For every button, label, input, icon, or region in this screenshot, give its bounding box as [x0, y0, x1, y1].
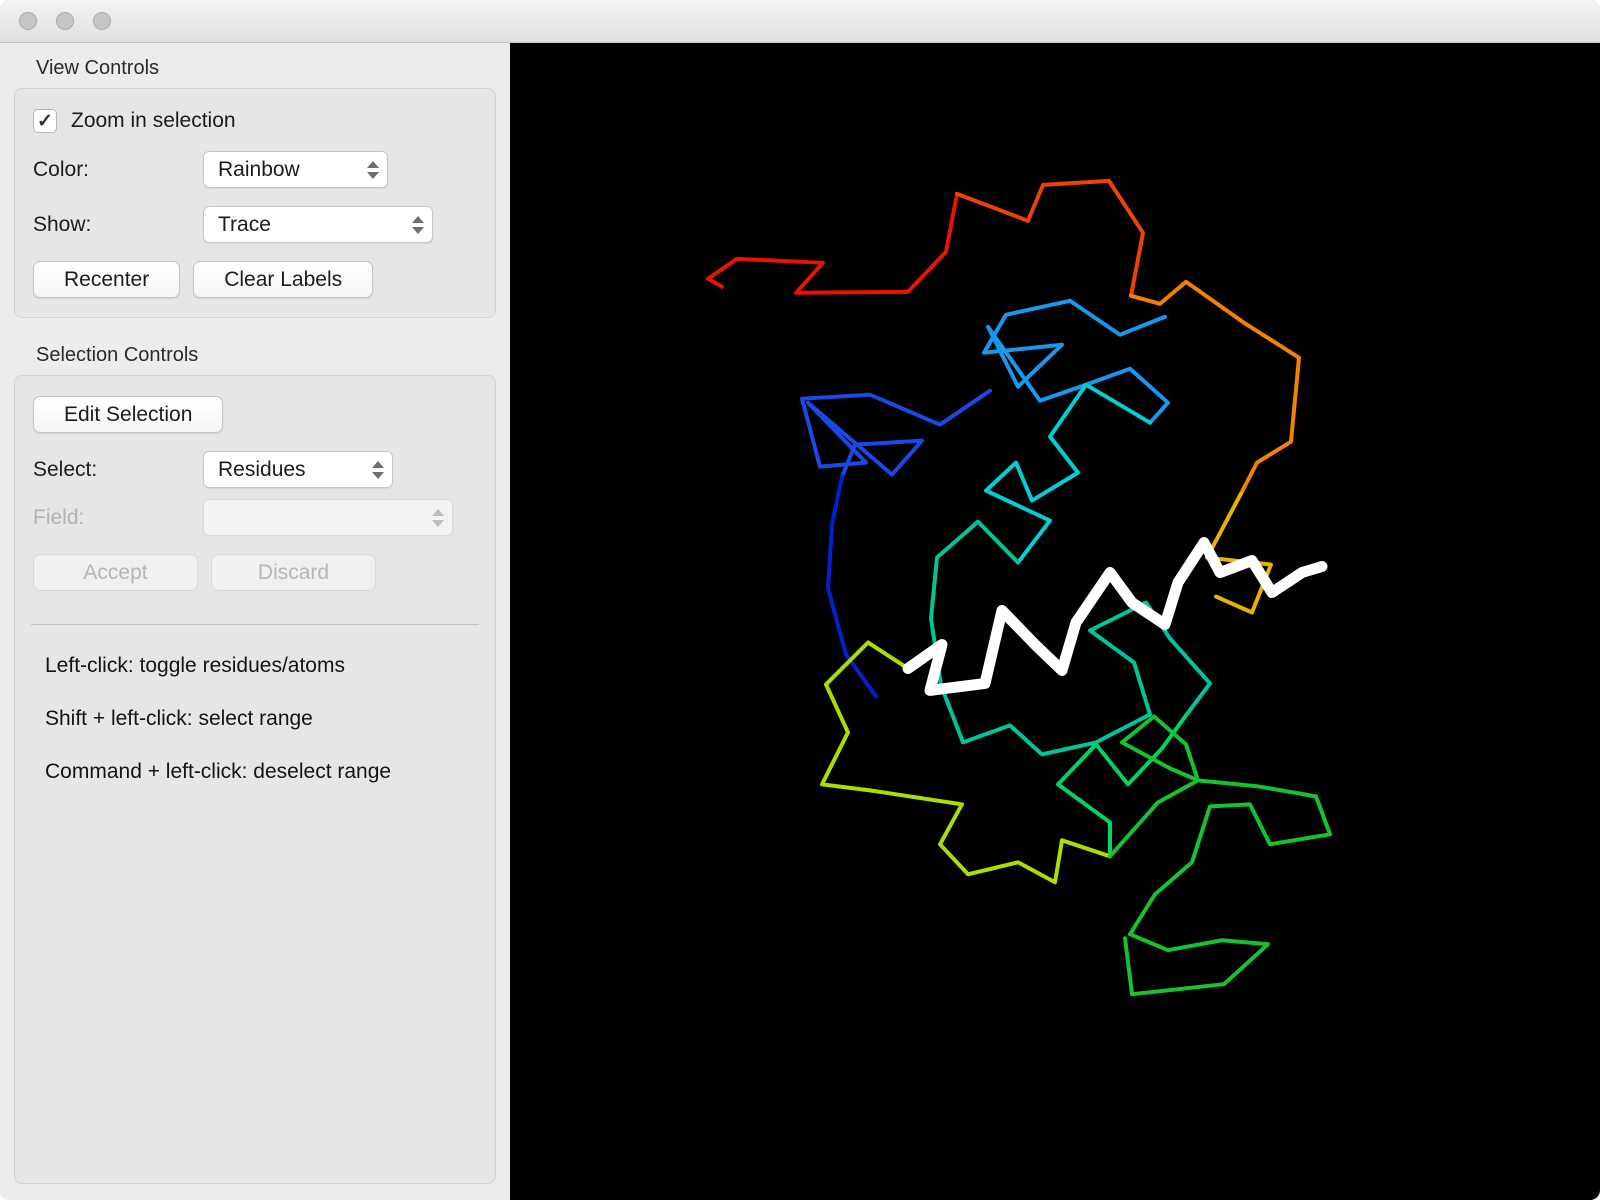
updown-chevrons-icon [412, 215, 424, 234]
selection-controls-title: Selection Controls [36, 344, 199, 366]
window-content: View Controls ✓ Zoom in selection Color:… [0, 43, 1600, 1200]
clear-labels-button[interactable]: Clear Labels [193, 261, 374, 298]
select-row: Select: Residues [15, 442, 495, 497]
view-controls-group: ✓ Zoom in selection Color: Rainbow Show: [14, 88, 496, 318]
show-row: Show: Trace [15, 197, 495, 252]
color-dropdown[interactable]: Rainbow [203, 151, 388, 188]
updown-chevrons-icon [432, 508, 444, 527]
trace-segment-blue [800, 388, 992, 479]
zoom-button[interactable] [93, 12, 111, 30]
trace-segment-green [1108, 714, 1332, 997]
select-label: Select: [33, 457, 98, 481]
select-dropdown[interactable]: Residues [203, 451, 393, 488]
select-dropdown-value: Residues [218, 457, 306, 481]
trace-segment-gold [1205, 491, 1273, 615]
view-controls-title: View Controls [36, 57, 160, 79]
show-dropdown-value: Trace [218, 212, 271, 236]
zoom-in-selection-row: ✓ Zoom in selection [15, 95, 495, 142]
checkbox-check-icon: ✓ [37, 110, 53, 132]
minimize-button[interactable] [56, 12, 74, 30]
selection-controls-group: Edit Selection Select: Residues Field: A… [14, 375, 496, 1184]
close-button[interactable] [19, 12, 37, 30]
trace-segment-dark-blue [826, 474, 878, 699]
recenter-button[interactable]: Recenter [33, 261, 181, 298]
help-line-left-click: Left-click: toggle residues/atoms [45, 654, 345, 677]
trace-segment-red-orange [955, 178, 1145, 298]
field-label: Field: [33, 505, 85, 529]
color-dropdown-value: Rainbow [218, 157, 300, 181]
molecule-viewport[interactable] [510, 43, 1600, 1200]
updown-chevrons-icon [367, 160, 379, 179]
app-window: View Controls ✓ Zoom in selection Color:… [0, 0, 1600, 1200]
zoom-in-selection-label: Zoom in selection [71, 109, 236, 132]
trace-segment-orange [1129, 279, 1301, 496]
color-label: Color: [33, 157, 90, 181]
trace-segment-sky-blue [982, 298, 1170, 425]
accept-discard-row: Accept Discard [15, 545, 495, 600]
zoom-in-selection-checkbox[interactable]: ✓ [33, 109, 57, 133]
accept-button: Accept [33, 554, 198, 591]
trace-segment-red [706, 191, 959, 295]
help-line-shift-click: Shift + left-click: select range [45, 707, 313, 730]
field-dropdown [203, 499, 453, 536]
edit-selection-button[interactable]: Edit Selection [33, 396, 224, 433]
title-bar [0, 0, 1600, 43]
help-line-command-click: Command + left-click: deselect range [45, 760, 392, 783]
molecule-svg[interactable] [510, 43, 1600, 1200]
updown-chevrons-icon [372, 460, 384, 479]
color-row: Color: Rainbow [15, 142, 495, 197]
view-buttons-row: Recenter Clear Labels [15, 252, 495, 307]
show-label: Show: [33, 212, 92, 236]
sidebar: View Controls ✓ Zoom in selection Color:… [0, 43, 510, 1200]
edit-selection-row: Edit Selection [15, 382, 495, 442]
field-row: Field: [15, 497, 495, 545]
show-dropdown[interactable]: Trace [203, 206, 433, 243]
trace-segment-spring-green [1056, 713, 1188, 859]
discard-button: Discard [211, 554, 376, 591]
trace-segment-cyan [984, 382, 1152, 565]
divider [31, 624, 479, 625]
